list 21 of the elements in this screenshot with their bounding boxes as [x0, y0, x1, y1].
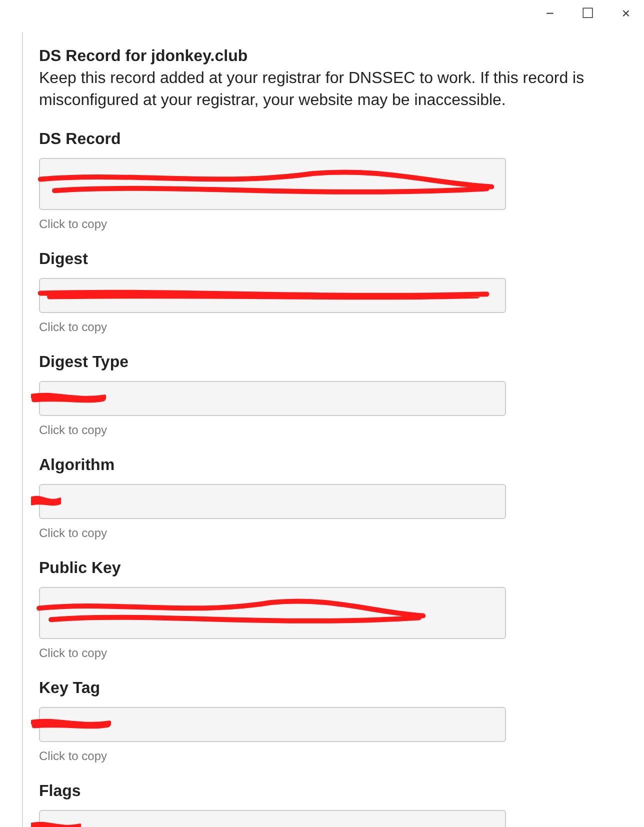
copy-hint: Click to copy [39, 525, 108, 541]
copy-hint: Click to copy [39, 645, 108, 661]
field-label: Digest Type [39, 353, 130, 373]
field-label: Digest [39, 250, 89, 270]
copy-hint: Click to copy [39, 216, 108, 232]
field-label: Public Key [39, 559, 122, 579]
field-label: Algorithm [39, 456, 116, 476]
close-button[interactable]: × [618, 2, 634, 24]
field-label: DS Record [39, 130, 122, 150]
field-label: Flags [39, 782, 82, 802]
description-text: Keep this record added at your registrar for DNSSEC to work. If this record is misconfigured at your registrar, your website may be inaccessible. [39, 69, 586, 111]
maximize-button[interactable]: ☐ [580, 2, 596, 24]
value-field[interactable] [39, 484, 506, 519]
field-label: Key Tag [39, 679, 102, 699]
copy-hint: Click to copy [39, 319, 108, 335]
copy-hint: Click to copy [39, 422, 108, 438]
copy-hint: Click to copy [39, 748, 108, 764]
value-field[interactable] [39, 381, 506, 416]
minimize-button[interactable]: − [542, 2, 558, 24]
value-field[interactable] [39, 707, 506, 742]
dialog-title: DS Record for jdonkey.club [39, 47, 249, 67]
